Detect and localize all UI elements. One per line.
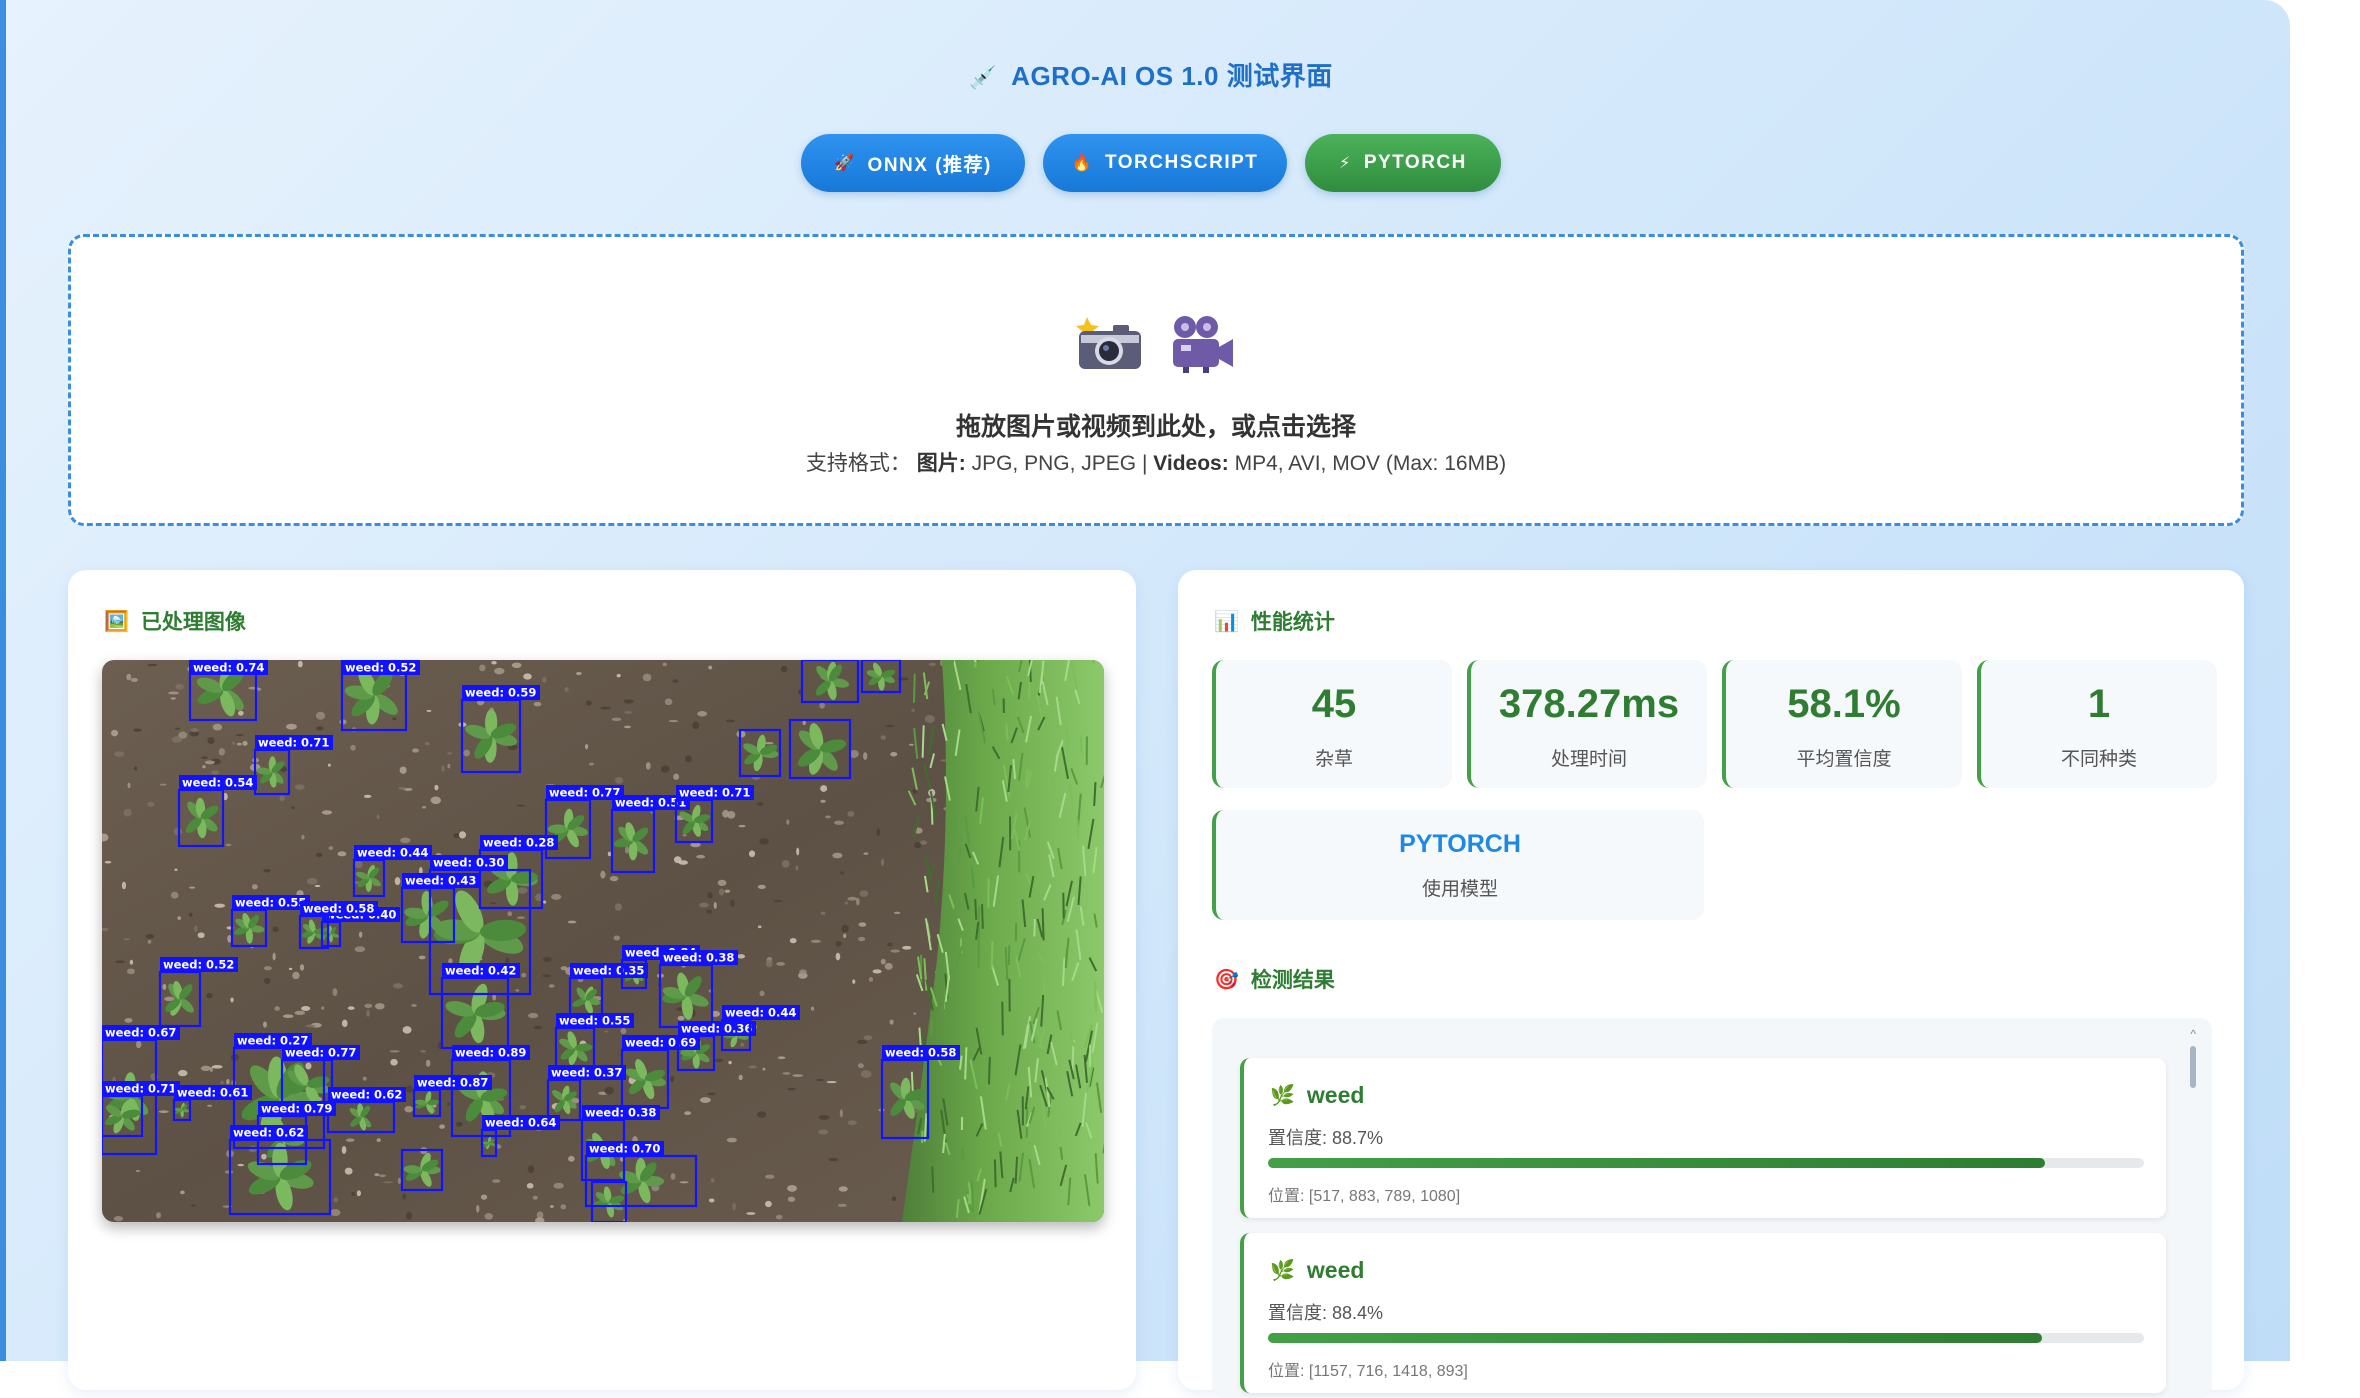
detection-overlay-image: weed: 0.74 weed: 0.52 weed: 0.59 weed: 0.71… bbox=[102, 660, 1104, 1222]
pytorch-model-button[interactable]: ⚡ PYTORCH bbox=[1305, 134, 1501, 192]
page-title: 💉AGRO-AI OS 1.0 测试界面 bbox=[6, 56, 2296, 93]
model-selector: 🚀 ONNX (推荐) 🔥 TORCHSCRIPT ⚡ PYTORCH bbox=[6, 134, 2296, 192]
onnx-model-button[interactable]: 🚀 ONNX (推荐) bbox=[801, 134, 1025, 192]
detection-label: weed: 0.43 bbox=[405, 874, 476, 888]
detection-label: weed: 0.58 bbox=[303, 902, 374, 916]
detection-label: weed: 0.30 bbox=[433, 856, 504, 870]
detection-label: weed: 0.28 bbox=[483, 836, 554, 850]
camera-flash-icon bbox=[1075, 313, 1145, 373]
detection-label: weed: 0.37 bbox=[551, 1066, 622, 1080]
detection-label: weed: 0.38 bbox=[663, 951, 734, 965]
movie-camera-icon bbox=[1167, 313, 1237, 373]
upload-formats: 支持格式： 图片: JPG, PNG, JPEG | Videos: MP4, … bbox=[71, 447, 2241, 477]
detection-label: weed: 0.42 bbox=[445, 964, 516, 978]
bar-chart-icon: 📊 bbox=[1214, 609, 1239, 634]
syringe-icon: 💉 bbox=[969, 65, 997, 91]
processed-image: weed: 0.74 weed: 0.52 weed: 0.59 weed: 0.71… bbox=[102, 660, 1104, 1222]
torchscript-model-button[interactable]: 🔥 TORCHSCRIPT bbox=[1043, 134, 1287, 192]
detection-label: weed: 0.77 bbox=[549, 786, 620, 800]
detection-label: weed: 0.74 bbox=[193, 661, 264, 675]
scrollbar-thumb[interactable] bbox=[2190, 1046, 2196, 1088]
result-confidence: 置信度: 88.4% bbox=[1268, 1299, 1383, 1325]
fire-icon: 🔥 bbox=[1072, 153, 1093, 173]
detection-label: weed: 0.59 bbox=[465, 686, 536, 700]
detection-label: weed: 0.61 bbox=[177, 1086, 248, 1100]
detection-label: weed: 0.77 bbox=[285, 1046, 356, 1060]
detection-label: weed: 0.55 bbox=[235, 896, 306, 910]
detection-label: weed: 0.71 bbox=[258, 736, 329, 750]
result-confidence: 置信度: 88.7% bbox=[1268, 1124, 1383, 1150]
detection-label: weed: 0.79 bbox=[261, 1102, 332, 1116]
detection-label: weed: 0.87 bbox=[417, 1076, 488, 1090]
detection-label: weed: 0.89 bbox=[455, 1046, 526, 1060]
detection-label: weed: 0.67 bbox=[105, 1026, 176, 1040]
result-item: 🌿 weed 置信度: 88.7% 位置: [517, 883, 789, 10… bbox=[1240, 1058, 2166, 1218]
file-drop-zone[interactable]: 拖放图片或视频到此处，或点击选择 支持格式： 图片: JPG, PNG, JPE… bbox=[68, 234, 2244, 526]
stat-model-used: PYTORCH 使用模型 bbox=[1212, 810, 1704, 920]
detection-label: weed: 0.52 bbox=[345, 661, 416, 675]
detection-label: weed: 0.54 bbox=[182, 776, 253, 790]
result-position: 位置: [517, 883, 789, 1080] bbox=[1268, 1182, 1460, 1206]
detection-label: weed: 0.44 bbox=[725, 1006, 796, 1020]
stat-processing-time: 378.27ms 处理时间 bbox=[1467, 660, 1707, 788]
results-scrollbar[interactable]: ^ bbox=[2188, 1028, 2198, 1388]
confidence-bar bbox=[1268, 1158, 2144, 1168]
stats-card: 📊 性能统计 45 杂草 378.27ms 处理时间 58.1% 平均置信度 1… bbox=[1178, 570, 2244, 1390]
herb-icon: 🌿 bbox=[1270, 1258, 1295, 1283]
framed-picture-icon: 🖼️ bbox=[104, 609, 129, 634]
detection-label: weed: 0.55 bbox=[559, 1014, 630, 1028]
detection-label: weed: 0.44 bbox=[357, 846, 428, 860]
detection-label: weed: 0.36 bbox=[681, 1022, 752, 1036]
target-icon: 🎯 bbox=[1214, 967, 1239, 992]
detection-label: weed: 0.62 bbox=[331, 1088, 402, 1102]
detection-label: weed: 0.35 bbox=[573, 964, 644, 978]
detection-label: weed: 0.64 bbox=[485, 1116, 556, 1130]
results-title: 🎯 检测结果 bbox=[1214, 964, 1335, 994]
detection-results-list[interactable]: 🌿 weed 置信度: 88.7% 位置: [517, 883, 789, 10… bbox=[1212, 1018, 2212, 1398]
stat-weed-count: 45 杂草 bbox=[1212, 660, 1452, 788]
processed-image-title: 🖼️ 已处理图像 bbox=[104, 606, 246, 636]
detection-label: weed: 0.52 bbox=[163, 958, 234, 972]
detection-label: weed: 0.38 bbox=[585, 1106, 656, 1120]
stat-class-count: 1 不同种类 bbox=[1977, 660, 2217, 788]
detection-label: weed: 0.71 bbox=[105, 1082, 176, 1096]
detection-label: weed: 0.69 bbox=[625, 1036, 696, 1050]
stats-title: 📊 性能统计 bbox=[1214, 606, 1335, 636]
detection-label: weed: 0.71 bbox=[679, 786, 750, 800]
rocket-icon: 🚀 bbox=[834, 153, 855, 173]
scroll-up-icon[interactable]: ^ bbox=[2190, 1028, 2196, 1040]
app-window: 💉AGRO-AI OS 1.0 测试界面 🚀 ONNX (推荐) 🔥 TORCH… bbox=[0, 0, 2290, 1361]
lightning-icon: ⚡ bbox=[1339, 153, 1352, 173]
confidence-bar-fill bbox=[1268, 1158, 2045, 1168]
upload-title: 拖放图片或视频到此处，或点击选择 bbox=[71, 407, 2241, 443]
result-item: 🌿 weed 置信度: 88.4% 位置: [1157, 716, 1418, … bbox=[1240, 1233, 2166, 1393]
processed-image-card: 🖼️ 已处理图像 bbox=[68, 570, 1136, 1390]
confidence-bar-fill bbox=[1268, 1333, 2042, 1343]
detection-label: weed: 0.62 bbox=[233, 1126, 304, 1140]
detection-label: weed: 0.70 bbox=[589, 1142, 660, 1156]
detection-label: weed: 0.58 bbox=[885, 1046, 956, 1060]
confidence-bar bbox=[1268, 1333, 2144, 1343]
herb-icon: 🌿 bbox=[1270, 1083, 1295, 1108]
stat-avg-confidence: 58.1% 平均置信度 bbox=[1722, 660, 1962, 788]
